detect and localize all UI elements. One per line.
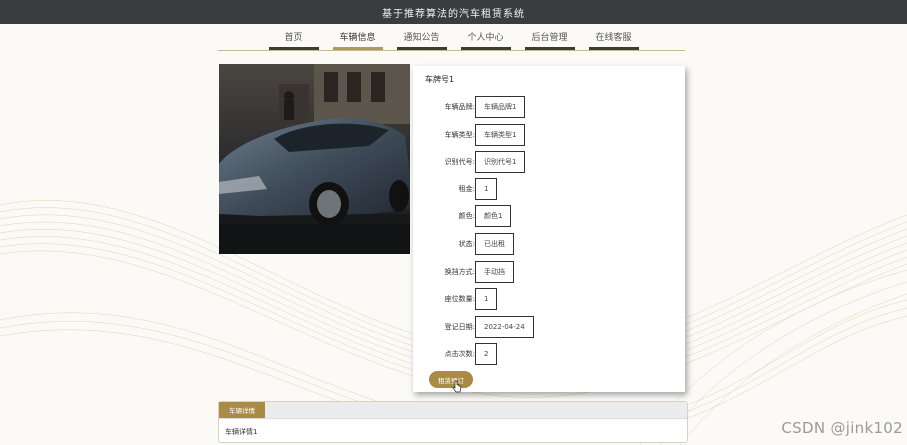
detail-content: 车辆详情1 bbox=[225, 428, 258, 436]
field-value: 2022-04-24 bbox=[475, 316, 534, 338]
field-label: 颜色: bbox=[458, 212, 475, 220]
field-row-vin: 识别代号: 识别代号1 bbox=[413, 151, 685, 173]
field-label: 车辆品牌: bbox=[444, 103, 475, 111]
detail-section: 车辆详情 车辆详情1 bbox=[218, 401, 688, 443]
mouse-cursor-icon bbox=[452, 380, 462, 393]
field-value: 2 bbox=[475, 343, 498, 365]
nav-item-online-service[interactable]: 在线客服 bbox=[588, 30, 639, 50]
nav-item-admin[interactable]: 后台管理 bbox=[524, 30, 575, 50]
field-label: 状态: bbox=[458, 240, 475, 248]
field-value: 1 bbox=[475, 288, 498, 310]
nav-item-home[interactable]: 首页 bbox=[268, 30, 319, 50]
watermark: CSDN @jink102 bbox=[781, 419, 903, 437]
app-title: 基于推荐算法的汽车租赁系统 bbox=[382, 8, 525, 20]
nav-item-personal-center[interactable]: 个人中心 bbox=[460, 30, 511, 50]
field-value: 颜色1 bbox=[475, 205, 512, 227]
field-row-seats: 座位数量: 1 bbox=[413, 288, 685, 310]
field-value: 已出租 bbox=[475, 233, 514, 255]
field-row-type: 车辆类型: 车辆类型1 bbox=[413, 124, 685, 146]
plate-number: 车牌号1 bbox=[425, 75, 455, 84]
field-row-brand: 车辆品牌: 车辆品牌1 bbox=[413, 96, 685, 118]
main-nav: 首页 车辆信息 通知公告 个人中心 后台管理 在线客服 bbox=[0, 30, 907, 50]
field-label: 租金: bbox=[458, 185, 475, 193]
field-value: 车辆品牌1 bbox=[475, 96, 526, 118]
tab-vehicle-detail[interactable]: 车辆详情 bbox=[219, 402, 265, 418]
nav-item-vehicle-info[interactable]: 车辆信息 bbox=[332, 30, 383, 50]
rent-reserve-button[interactable]: 租赁预订 bbox=[429, 371, 473, 388]
field-label: 车辆类型: bbox=[444, 131, 475, 139]
field-label: 登记日期: bbox=[444, 323, 475, 331]
field-row-rent: 租金: 1 bbox=[413, 178, 685, 200]
field-value: 手动挡 bbox=[475, 261, 514, 283]
title-bar: 基于推荐算法的汽车租赁系统 bbox=[0, 0, 907, 24]
field-row-color: 颜色: 颜色1 bbox=[413, 205, 685, 227]
field-label: 点击次数: bbox=[444, 350, 475, 358]
field-value: 识别代号1 bbox=[475, 151, 526, 173]
field-label: 换挡方式: bbox=[444, 268, 475, 276]
car-photo bbox=[219, 64, 410, 254]
field-row-transmission: 换挡方式: 手动挡 bbox=[413, 261, 685, 283]
nav-item-announcements[interactable]: 通知公告 bbox=[396, 30, 447, 50]
field-row-register-date: 登记日期: 2022-04-24 bbox=[413, 316, 685, 338]
field-row-click-count: 点击次数: 2 bbox=[413, 343, 685, 365]
car-info-panel: 车牌号1 车辆品牌: 车辆品牌1 车辆类型: 车辆类型1 识别代号: 识别代号1… bbox=[413, 66, 685, 392]
field-row-status: 状态: 已出租 bbox=[413, 233, 685, 255]
nav-divider bbox=[218, 50, 685, 51]
field-value: 1 bbox=[475, 178, 498, 200]
field-value: 车辆类型1 bbox=[475, 124, 526, 146]
detail-tab-bar: 车辆详情 bbox=[219, 402, 687, 419]
field-label: 识别代号: bbox=[444, 158, 475, 166]
field-label: 座位数量: bbox=[444, 295, 475, 303]
